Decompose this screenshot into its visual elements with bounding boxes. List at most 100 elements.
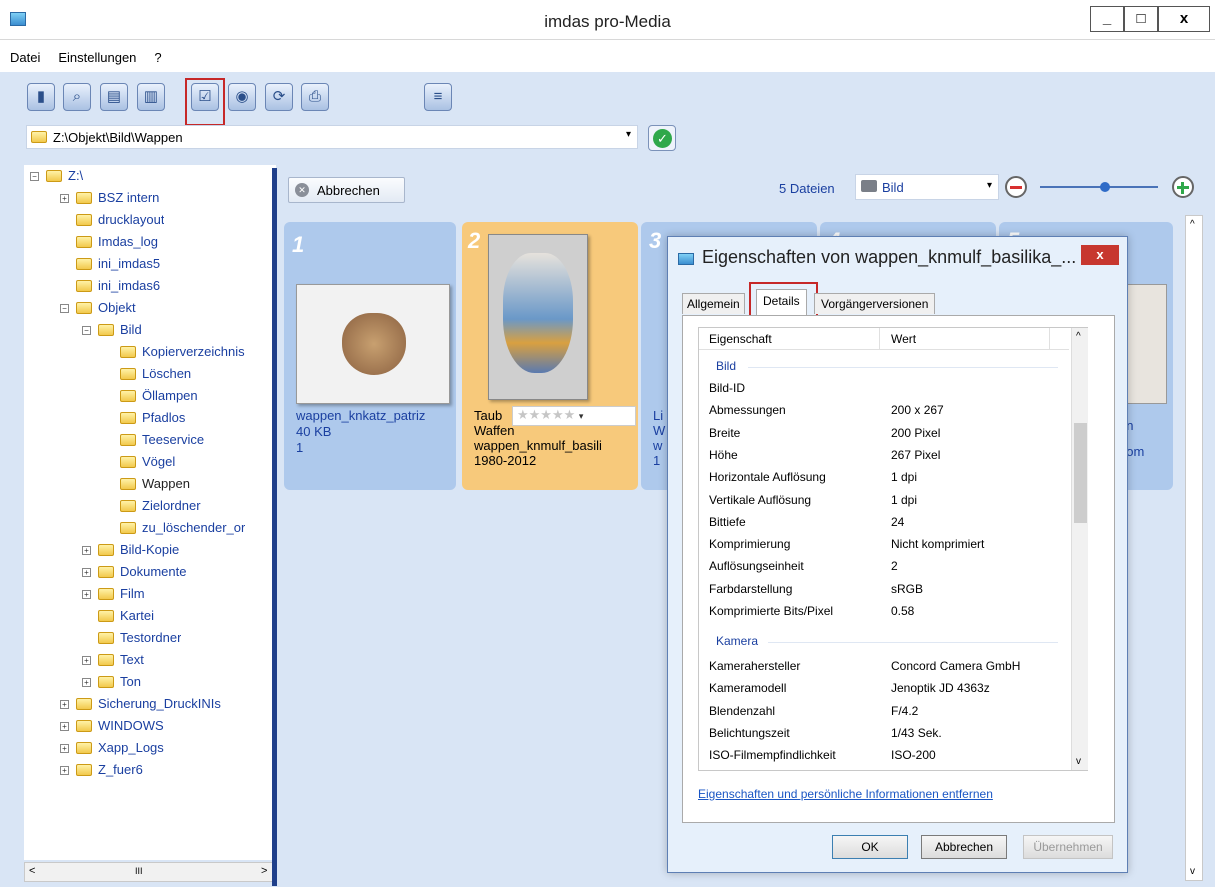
card-name: wappen_knmulf_basili xyxy=(474,438,602,453)
tree-item[interactable]: Vögel xyxy=(142,454,175,469)
maximize-button[interactable]: □ xyxy=(1124,6,1158,32)
tree-item[interactable]: Wappen xyxy=(142,476,190,491)
remove-properties-link[interactable]: Eigenschaften und persönliche Informatio… xyxy=(698,787,993,801)
tree-item[interactable]: BSZ intern xyxy=(98,190,159,205)
card-name: wappen_knkatz_patriz xyxy=(296,408,426,423)
tree-item[interactable]: drucklayout xyxy=(98,212,164,227)
tree-item[interactable]: Pfadlos xyxy=(142,410,185,425)
main-vscrollbar[interactable]: ^ v xyxy=(1185,215,1203,881)
zoom-slider-thumb[interactable] xyxy=(1099,182,1110,192)
tree-expander[interactable]: + xyxy=(82,678,91,687)
zoom-out-icon[interactable] xyxy=(1005,176,1027,198)
card-thumbnail[interactable] xyxy=(488,234,588,400)
tree-expander[interactable]: + xyxy=(60,766,69,775)
tree-expander[interactable]: + xyxy=(82,568,91,577)
menu-datei[interactable]: Datei xyxy=(0,44,48,65)
tree-item[interactable]: Objekt xyxy=(98,300,136,315)
tree-item[interactable]: Teeservice xyxy=(142,432,204,447)
tree-item[interactable]: Öllampen xyxy=(142,388,198,403)
tree-expander[interactable]: − xyxy=(82,326,91,335)
tree-item[interactable]: Bild xyxy=(120,322,142,337)
scroll-thumb[interactable] xyxy=(1074,423,1087,523)
scroll-right-icon[interactable]: > xyxy=(261,865,267,877)
dialog-close-button[interactable]: x xyxy=(1081,245,1119,265)
scroll-down-icon[interactable]: v xyxy=(1076,756,1081,767)
zoom-in-icon[interactable] xyxy=(1172,176,1194,198)
save-icon[interactable]: ▥ xyxy=(137,83,165,111)
exit-icon[interactable]: ▮ xyxy=(27,83,55,111)
tree-expander[interactable]: + xyxy=(82,590,91,599)
tree-expander[interactable]: − xyxy=(60,304,69,313)
tree-item[interactable]: Xapp_Logs xyxy=(98,740,164,755)
menu-help[interactable]: ? xyxy=(144,44,169,65)
close-button[interactable]: x xyxy=(1158,6,1210,32)
menu-einstellungen[interactable]: Einstellungen xyxy=(48,44,144,65)
tree-item[interactable]: Film xyxy=(120,586,145,601)
tree-item[interactable]: Löschen xyxy=(142,366,191,381)
add-database-icon[interactable]: ▤ xyxy=(100,83,128,111)
list-icon[interactable]: ≡ xyxy=(424,83,452,111)
file-card-1[interactable]: 1 wappen_knkatz_patriz 40 KB 1 xyxy=(284,222,456,490)
tree-item[interactable]: ini_imdas5 xyxy=(98,256,160,271)
tree-hscrollbar[interactable]: < III > xyxy=(24,862,276,882)
tree-expander[interactable]: − xyxy=(30,172,39,181)
scroll-up-icon[interactable]: ^ xyxy=(1076,331,1081,342)
tree-expander[interactable]: + xyxy=(82,656,91,665)
tree-item[interactable]: Zielordner xyxy=(142,498,201,513)
print-icon[interactable]: ⎙ xyxy=(301,83,329,111)
card-extra: 1980-2012 xyxy=(474,453,537,468)
tab-vorgaengerversionen[interactable]: Vorgängerversionen xyxy=(814,293,936,314)
tree-item[interactable]: Kopierverzeichnis xyxy=(142,344,245,359)
view-select[interactable]: Bild ▾ xyxy=(855,174,999,200)
tree-item[interactable]: Ton xyxy=(120,674,141,689)
tree-item[interactable]: Dokumente xyxy=(120,564,186,579)
tree-item[interactable]: Z:\ xyxy=(68,168,83,183)
folder-icon xyxy=(120,412,136,424)
tree-item[interactable]: ini_imdas6 xyxy=(98,278,160,293)
path-combobox[interactable]: Z:\Objekt\Bild\Wappen ▾ xyxy=(26,125,638,149)
abbrechen-button[interactable]: ✕ Abbrechen xyxy=(288,177,405,203)
col-value[interactable]: Wert xyxy=(891,332,916,346)
panel-splitter[interactable] xyxy=(272,168,277,886)
tree-item[interactable]: Sicherung_DruckINIs xyxy=(98,696,221,711)
tree-item[interactable]: Testordner xyxy=(120,630,181,645)
tree-expander[interactable]: + xyxy=(82,546,91,555)
view-icon[interactable]: ◉ xyxy=(228,83,256,111)
tree-item[interactable]: Imdas_log xyxy=(98,234,158,249)
tree-item[interactable]: Text xyxy=(120,652,144,667)
folder-icon xyxy=(98,324,114,336)
file-card-2[interactable]: 2 Taub ★★★★★ ▾ Waffen wappen_knmulf_basi… xyxy=(462,222,638,490)
card-number: 3 xyxy=(649,228,662,253)
go-button[interactable]: ✓ xyxy=(648,125,676,151)
minimize-button[interactable]: _ xyxy=(1090,6,1124,32)
search-icon[interactable]: ⌕ xyxy=(63,83,91,111)
property-value: Jenoptik JD 4363z xyxy=(891,681,990,696)
file-count: 5 Dateien xyxy=(779,181,835,196)
tree-item[interactable]: Kartei xyxy=(120,608,154,623)
apply-button[interactable]: Übernehmen xyxy=(1023,835,1113,859)
col-property[interactable]: Eigenschaft xyxy=(709,332,772,346)
tree-expander[interactable]: + xyxy=(60,722,69,731)
properties-icon[interactable]: ☑ xyxy=(191,83,219,111)
scroll-left-icon[interactable]: < xyxy=(29,865,35,877)
tree-item[interactable]: zu_löschender_or xyxy=(142,520,245,535)
tree-expander[interactable]: + xyxy=(60,194,69,203)
tree-item[interactable]: WINDOWS xyxy=(98,718,164,733)
refresh-icon[interactable]: ⟳ xyxy=(265,83,293,111)
folder-icon xyxy=(98,654,114,666)
chevron-down-icon[interactable]: ▾ xyxy=(626,129,631,140)
scroll-down-icon[interactable]: v xyxy=(1190,866,1195,877)
scroll-thumb[interactable]: III xyxy=(135,866,143,876)
rating-stars[interactable]: ★★★★★ ▾ xyxy=(512,406,636,426)
folder-icon xyxy=(76,698,92,710)
tree-item[interactable]: Bild-Kopie xyxy=(120,542,179,557)
tree-item[interactable]: Z_fuer6 xyxy=(98,762,143,777)
ok-button[interactable]: OK xyxy=(832,835,908,859)
cancel-button[interactable]: Abbrechen xyxy=(921,835,1007,859)
tab-allgemein[interactable]: Allgemein xyxy=(682,293,745,314)
scroll-up-icon[interactable]: ^ xyxy=(1190,219,1195,230)
tree-expander[interactable]: + xyxy=(60,700,69,709)
card-thumbnail[interactable] xyxy=(296,284,450,404)
tree-expander[interactable]: + xyxy=(60,744,69,753)
details-vscrollbar[interactable]: ^ v xyxy=(1071,328,1088,770)
